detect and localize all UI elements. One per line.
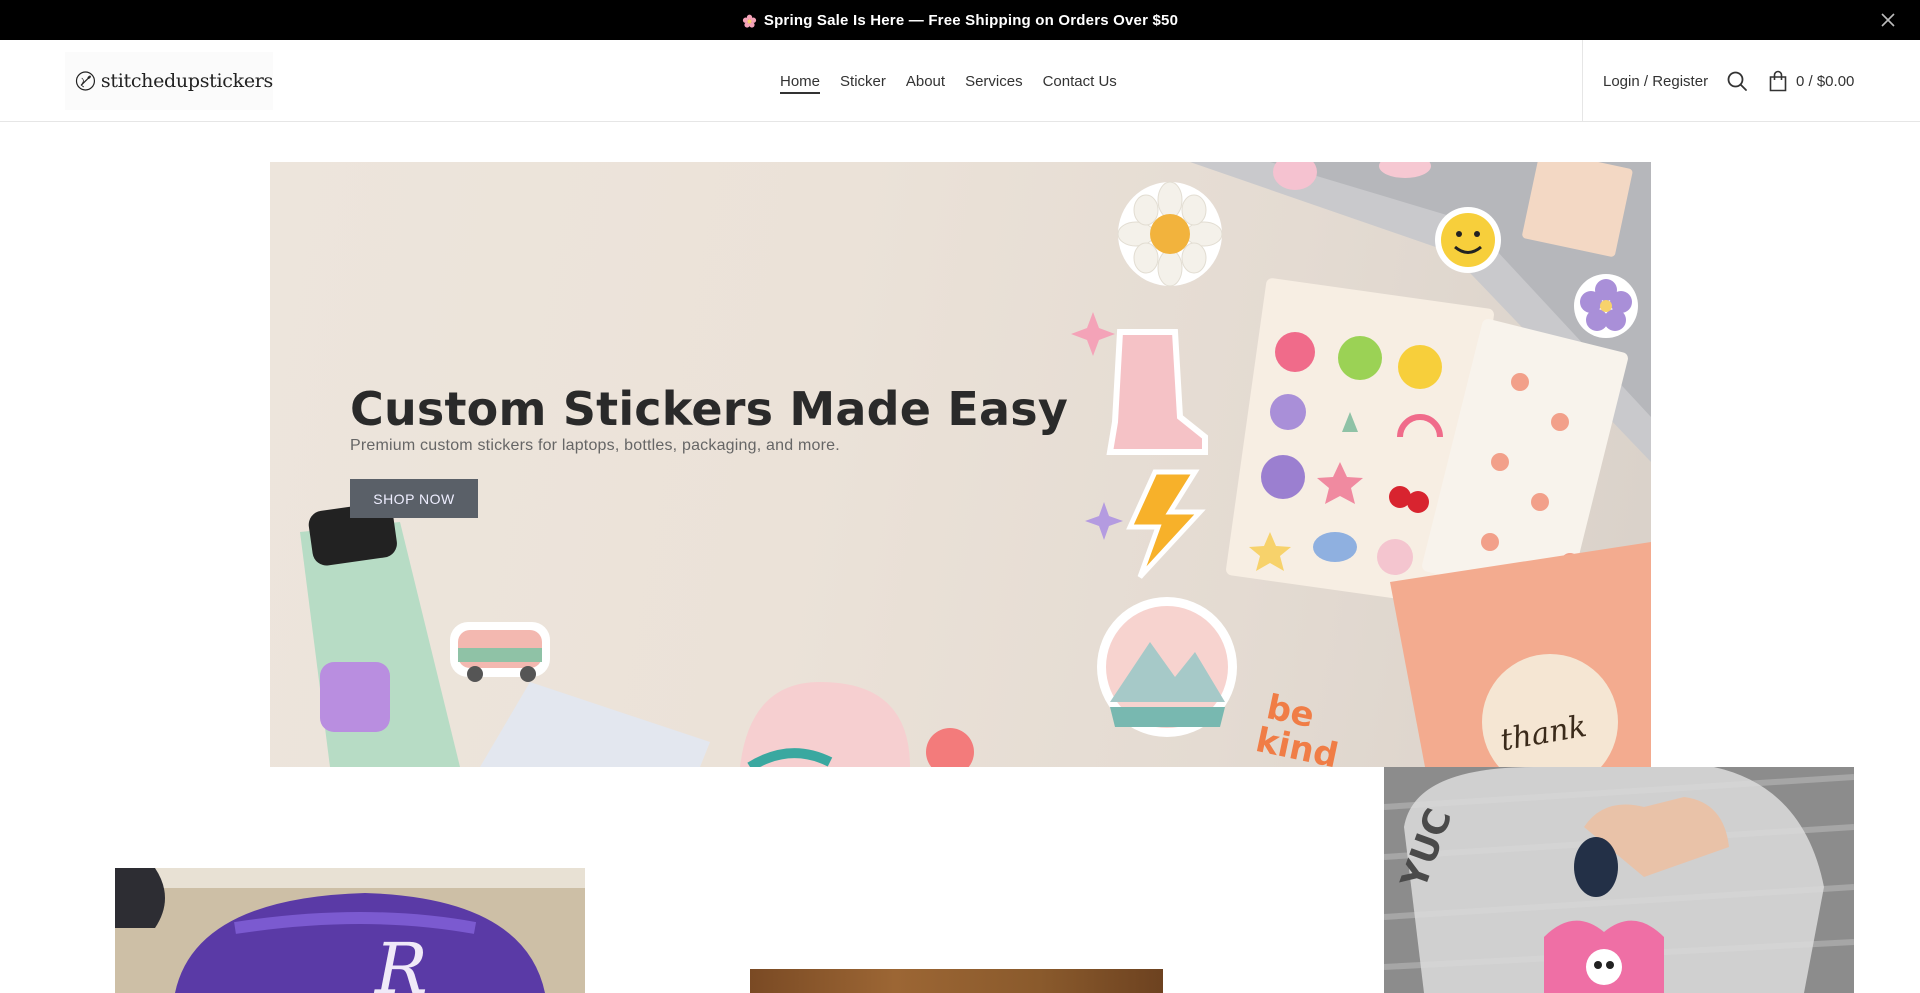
flower-icon <box>742 14 756 28</box>
logo-needle-icon <box>75 71 96 91</box>
hero-copy: Custom Stickers Made Easy Premium custom… <box>350 384 1068 455</box>
announcement-bar: Spring Sale Is Here — Free Shipping on O… <box>0 0 1920 40</box>
svg-text:kind: kind <box>1252 720 1341 767</box>
nav-services[interactable]: Services <box>965 69 1023 94</box>
gallery-image-wood[interactable] <box>750 969 1163 993</box>
search-icon[interactable] <box>1726 70 1748 92</box>
logo-wordmark: stitchedupstickers <box>100 70 273 92</box>
nav-contact-us[interactable]: Contact Us <box>1043 69 1117 94</box>
hero-sticker-photo: be kind thank <box>300 162 1651 767</box>
header-divider <box>1582 40 1583 122</box>
hero-subtitle: Premium custom stickers for laptops, bot… <box>350 436 840 454</box>
gallery-image-patch[interactable]: YUC <box>1384 767 1854 993</box>
main-nav: Home Sticker About Services Contact Us <box>780 40 1117 122</box>
patch-photo: YUC <box>1384 767 1854 993</box>
close-icon[interactable] <box>1878 10 1898 30</box>
hero-title: Custom Stickers Made Easy <box>350 382 1068 436</box>
cart-button[interactable]: 0 / $0.00 <box>1768 40 1854 122</box>
announcement-text: Spring Sale Is Here — Free Shipping on O… <box>763 11 1179 29</box>
nav-about[interactable]: About <box>906 69 945 94</box>
gallery-image-helmet[interactable]: R <box>115 868 585 993</box>
shopping-bag-icon <box>1769 70 1787 92</box>
site-logo[interactable]: stitchedupstickers <box>65 52 273 110</box>
shop-now-button[interactable]: SHOP NOW <box>350 479 478 518</box>
nav-sticker[interactable]: Sticker <box>840 69 886 94</box>
login-register-link[interactable]: Login / Register <box>1603 40 1708 122</box>
hero-banner: be kind thank Custom Stickers Made Easy … <box>270 162 1651 767</box>
cart-total: 0 / $0.00 <box>1796 72 1855 90</box>
nav-home[interactable]: Home <box>780 69 821 94</box>
helmet-photo: R <box>115 868 585 993</box>
site-header: stitchedupstickers Home Sticker About Se… <box>0 40 1920 122</box>
svg-text:R: R <box>373 928 428 993</box>
